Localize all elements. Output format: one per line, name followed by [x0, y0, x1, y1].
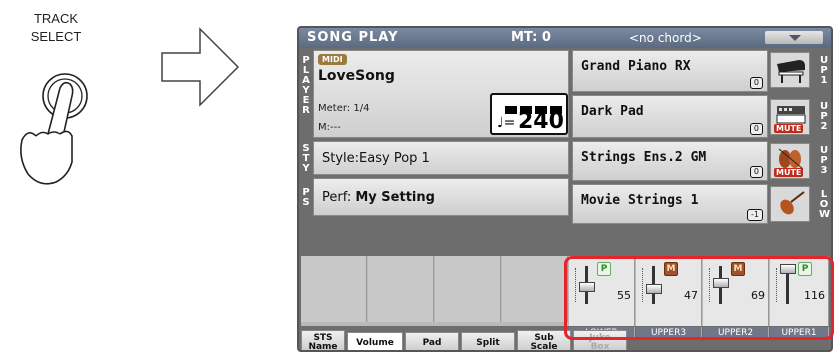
- tempo-note-icon: ♩=: [497, 115, 516, 131]
- octave-badge: -1: [747, 209, 763, 221]
- low-side-label: LOW: [819, 189, 831, 220]
- mixer-highlight-frame: [564, 256, 834, 340]
- performance-readout: Perf: My Setting: [322, 190, 435, 205]
- chord-display: <no chord>: [629, 31, 702, 45]
- octave-badge: 0: [749, 77, 763, 89]
- up2-side-label: UP2: [819, 101, 829, 132]
- style-readout: Style:Easy Pop 1: [322, 151, 430, 166]
- sound-name: Movie Strings 1: [581, 193, 699, 208]
- strings-icon[interactable]: MUTE: [770, 143, 810, 179]
- sound-panel-lower[interactable]: Movie Strings 1 -1: [572, 184, 768, 224]
- empty-channel-strip: [435, 256, 501, 322]
- tab-sub-scale[interactable]: Sub Scale: [517, 330, 571, 350]
- empty-channel-strip: [368, 256, 434, 322]
- song-name: LoveSong: [318, 68, 395, 84]
- player-panel[interactable]: MIDI LoveSong Meter: 1/4 M:--- ♩= 240: [313, 50, 569, 138]
- empty-channel-strip: [301, 256, 367, 322]
- page-menu-button[interactable]: [765, 31, 823, 44]
- empty-channel-strip: [502, 256, 568, 322]
- up3-side-label: UP3: [819, 145, 829, 176]
- tab-sts-name[interactable]: STS Name: [301, 330, 345, 350]
- finger-pressing-button-icon: [20, 73, 88, 185]
- sound-panel-upper2[interactable]: Dark Pad 0: [572, 95, 768, 138]
- performance-panel[interactable]: Perf: My Setting: [313, 178, 569, 216]
- tab-split[interactable]: Split: [461, 332, 515, 350]
- meter-readout: Meter: 1/4: [318, 103, 370, 114]
- sound-name: Dark Pad: [581, 104, 644, 119]
- sty-side-label: STY: [302, 143, 310, 174]
- midi-badge: MIDI: [318, 54, 347, 65]
- ps-side-label: PS: [302, 187, 310, 208]
- master-transpose: MT: 0: [511, 30, 551, 45]
- mute-badge: MUTE: [774, 168, 804, 177]
- mute-badge: MUTE: [774, 124, 804, 133]
- tab-volume[interactable]: Volume: [347, 332, 403, 350]
- violin-icon[interactable]: [770, 186, 810, 222]
- measure-readout: M:---: [318, 122, 341, 133]
- player-side-label: PLAYER: [302, 55, 310, 116]
- synth-icon[interactable]: MUTE: [770, 99, 810, 135]
- octave-badge: 0: [749, 166, 763, 178]
- tempo-box[interactable]: ♩= 240: [490, 93, 568, 135]
- style-panel[interactable]: Style:Easy Pop 1: [313, 141, 569, 175]
- track-select-label: TRACK SELECT: [30, 11, 82, 44]
- sound-panel-upper3[interactable]: Strings Ens.2 GM 0: [572, 141, 768, 181]
- sound-panel-upper1[interactable]: Grand Piano RX 0: [572, 50, 768, 92]
- octave-badge: 0: [749, 123, 763, 135]
- sound-name: Strings Ens.2 GM: [581, 150, 707, 165]
- tempo-value: 240: [518, 109, 564, 134]
- title-bar: SONG PLAY MT: 0 <no chord>: [299, 28, 831, 48]
- right-arrow-icon: [161, 27, 240, 107]
- tab-pad[interactable]: Pad: [405, 332, 459, 350]
- piano-icon[interactable]: [770, 52, 810, 88]
- mode-title: SONG PLAY: [307, 30, 399, 45]
- sound-name: Grand Piano RX: [581, 59, 691, 74]
- up1-side-label: UP1: [819, 55, 829, 86]
